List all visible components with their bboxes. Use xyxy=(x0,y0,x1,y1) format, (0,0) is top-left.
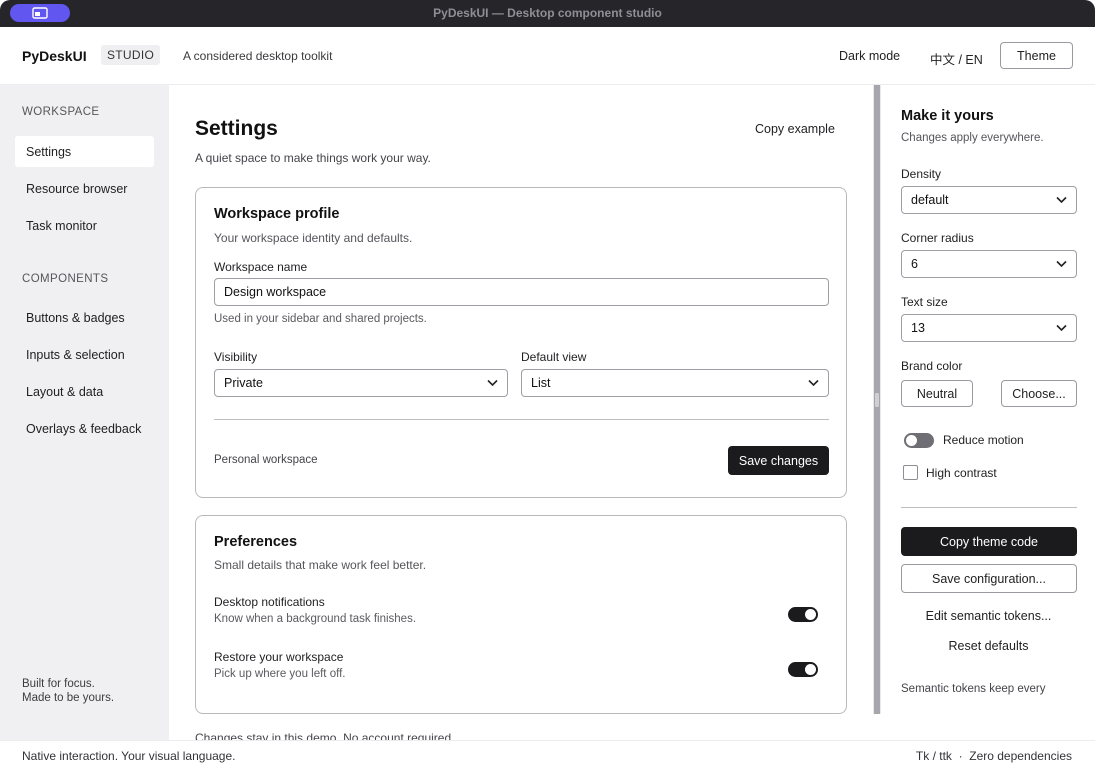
page-subtitle: A quiet space to make things work your w… xyxy=(195,151,431,165)
toggle-knob xyxy=(906,435,917,446)
restore-workspace-toggle[interactable] xyxy=(788,662,818,677)
chevron-down-icon xyxy=(1056,324,1067,332)
workspace-name-hint: Used in your sidebar and shared projects… xyxy=(214,313,427,325)
status-left-text: Native interaction. Your visual language… xyxy=(22,749,236,763)
status-bar: Native interaction. Your visual language… xyxy=(0,740,1095,768)
chevron-down-icon xyxy=(1056,196,1067,204)
sidebar-heading-components: COMPONENTS xyxy=(22,273,109,285)
theme-button[interactable]: Theme xyxy=(1000,42,1073,69)
sidebar-item-overlays-feedback[interactable]: Overlays & feedback xyxy=(15,413,154,444)
page-title: Settings xyxy=(195,117,278,140)
workspace-name-label: Workspace name xyxy=(214,260,308,274)
panel-title: Make it yours xyxy=(901,108,994,124)
sidebar-item-task-monitor[interactable]: Task monitor xyxy=(15,210,154,241)
toggle-knob xyxy=(805,609,816,620)
app-header: PyDeskUI STUDIO A considered desktop too… xyxy=(0,27,1095,85)
visibility-select[interactable]: Private xyxy=(214,369,508,397)
sidebar-footer-line1: Built for focus. xyxy=(22,678,95,690)
card-title: Workspace profile xyxy=(214,206,340,222)
notifications-description: Know when a background task finishes. xyxy=(214,613,417,625)
notifications-title: Desktop notifications xyxy=(214,595,325,609)
restore-workspace-description: Pick up where you left off. xyxy=(214,668,346,680)
corner-radius-select[interactable]: 6 xyxy=(901,250,1077,278)
brand-neutral-button[interactable]: Neutral xyxy=(901,380,973,407)
panel-divider xyxy=(901,507,1077,508)
studio-badge: STUDIO xyxy=(101,45,161,65)
tagline: A considered desktop toolkit xyxy=(183,49,333,63)
edit-semantic-tokens-link[interactable]: Edit semantic tokens... xyxy=(901,609,1076,623)
panel-splitter[interactable] xyxy=(873,85,881,714)
density-select[interactable]: default xyxy=(901,186,1077,214)
preferences-card: Preferences Small details that make work… xyxy=(195,515,847,714)
workspace-name-input[interactable]: Design workspace xyxy=(214,278,829,306)
save-configuration-button[interactable]: Save configuration... xyxy=(901,564,1077,593)
copy-theme-code-button[interactable]: Copy theme code xyxy=(901,527,1077,556)
reduce-motion-toggle[interactable] xyxy=(904,433,934,448)
brand-name: PyDeskUI xyxy=(22,48,87,64)
sidebar-item-resource-browser[interactable]: Resource browser xyxy=(15,173,154,204)
copy-example-button[interactable]: Copy example xyxy=(755,122,835,136)
chevron-down-icon xyxy=(808,379,819,387)
density-value: default xyxy=(911,193,949,207)
brand-choose-button[interactable]: Choose... xyxy=(1001,380,1077,407)
corner-radius-value: 6 xyxy=(911,257,918,271)
toggle-knob xyxy=(805,664,816,675)
sidebar-footer-line2: Made to be yours. xyxy=(22,692,115,704)
save-changes-button[interactable]: Save changes xyxy=(728,446,829,475)
chevron-down-icon xyxy=(487,379,498,387)
sidebar-item-settings[interactable]: Settings xyxy=(15,136,154,167)
customize-panel: Make it yours Changes apply everywhere. … xyxy=(881,85,1095,740)
card-subtitle: Small details that make work feel better… xyxy=(214,558,427,572)
sidebar-item-layout-data[interactable]: Layout & data xyxy=(15,376,154,407)
card-subtitle: Your workspace identity and defaults. xyxy=(214,231,413,245)
notifications-toggle[interactable] xyxy=(788,607,818,622)
window-titlebar: PyDeskUI — Desktop component studio xyxy=(0,0,1095,27)
brand-color-label: Brand color xyxy=(901,359,963,373)
sidebar-item-inputs-selection[interactable]: Inputs & selection xyxy=(15,339,154,370)
workspace-profile-card: Workspace profile Your workspace identit… xyxy=(195,187,847,498)
language-switch[interactable]: 中文 / EN xyxy=(930,49,983,68)
chevron-down-icon xyxy=(1056,260,1067,268)
splitter-grip-icon[interactable] xyxy=(875,393,879,407)
default-view-value: List xyxy=(531,376,551,390)
card-title: Preferences xyxy=(214,534,298,550)
personal-workspace-text: Personal workspace xyxy=(214,454,318,466)
high-contrast-checkbox[interactable] xyxy=(903,465,918,480)
demo-footnote: Changes stay in this demo. No account re… xyxy=(195,731,455,740)
text-size-select[interactable]: 13 xyxy=(901,314,1077,342)
restore-workspace-title: Restore your workspace xyxy=(214,650,344,664)
panel-footer-text: Semantic tokens keep every xyxy=(901,683,1046,695)
dark-mode-link[interactable]: Dark mode xyxy=(839,49,900,63)
reduce-motion-label: Reduce motion xyxy=(943,433,1024,447)
default-view-select[interactable]: List xyxy=(521,369,829,397)
sidebar: WORKSPACE Settings Resource browser Task… xyxy=(0,85,169,740)
corner-radius-label: Corner radius xyxy=(901,231,974,245)
default-view-label: Default view xyxy=(521,350,587,364)
panel-subtitle: Changes apply everywhere. xyxy=(901,132,1044,144)
reset-defaults-link[interactable]: Reset defaults xyxy=(901,639,1076,653)
main-content: Settings Copy example A quiet space to m… xyxy=(169,85,873,740)
text-size-label: Text size xyxy=(901,295,948,309)
visibility-label: Visibility xyxy=(214,350,258,364)
sidebar-heading-workspace: WORKSPACE xyxy=(22,106,100,118)
density-label: Density xyxy=(901,167,942,181)
sidebar-item-buttons-badges[interactable]: Buttons & badges xyxy=(15,302,154,333)
card-divider xyxy=(214,419,829,420)
text-size-value: 13 xyxy=(911,321,925,335)
high-contrast-label: High contrast xyxy=(926,466,997,480)
window-title: PyDeskUI — Desktop component studio xyxy=(433,6,662,20)
visibility-value: Private xyxy=(224,376,263,390)
status-right-text: Tk / ttk · Zero dependencies xyxy=(915,749,1072,763)
